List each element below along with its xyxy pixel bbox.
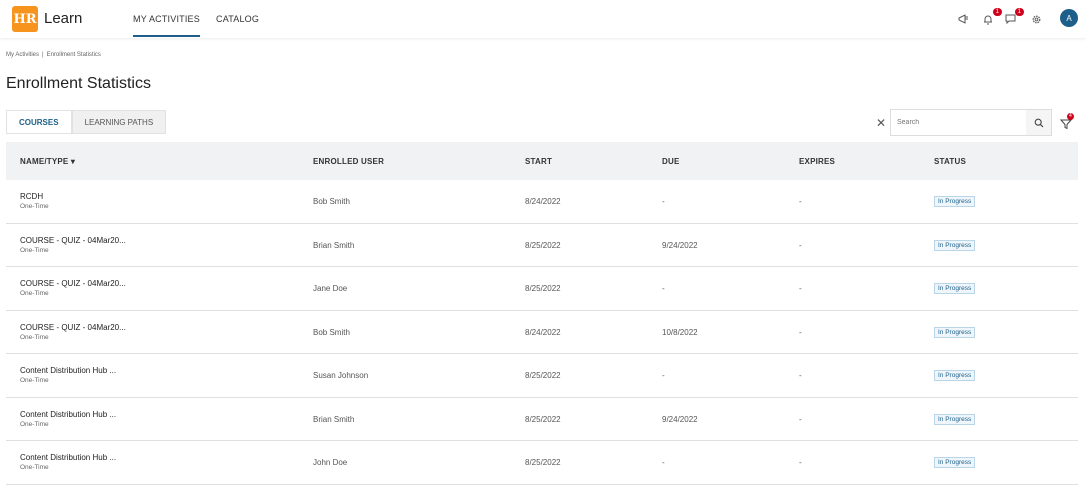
course-type: One-Time — [20, 420, 49, 428]
start-date: 8/25/2022 — [525, 284, 561, 293]
status-badge: In Progress — [934, 413, 976, 425]
course-type: One-Time — [20, 377, 49, 384]
user-avatar[interactable]: A — [1060, 9, 1078, 27]
due-date: - — [662, 284, 665, 293]
course-name[interactable]: COURSE - QUIZ - 04Mar20... — [20, 236, 126, 245]
status-badge: In Progress — [934, 283, 976, 294]
start-date: 8/25/2022 — [525, 371, 561, 380]
table-row[interactable]: Content Distribution Hub ... One-Time Jo… — [6, 441, 1078, 485]
top-navigation-bar: HR Learn MY ACTIVITIES CATALOG 1 1 A — [0, 0, 1086, 38]
enrolled-user: Brian Smith — [313, 414, 355, 424]
column-header-expires[interactable]: EXPIRES — [799, 157, 835, 166]
breadcrumb-my-activities[interactable]: My Activities — [6, 52, 39, 58]
column-header-enrolled-user[interactable]: ENROLLED USER — [313, 157, 384, 166]
nav-my-activities[interactable]: MY ACTIVITIES — [133, 14, 200, 37]
column-header-start[interactable]: START — [525, 157, 552, 166]
chat-icon[interactable]: 1 — [1003, 8, 1024, 26]
tab-courses[interactable]: COURSES — [6, 110, 72, 134]
breadcrumb-separator: | — [42, 52, 44, 58]
due-date: - — [662, 458, 665, 467]
due-date: 9/24/2022 — [662, 240, 698, 250]
chat-badge: 1 — [1014, 8, 1024, 16]
search-button[interactable] — [1026, 109, 1052, 136]
breadcrumb-current: Enrollment Statistics — [46, 52, 101, 58]
bell-icon[interactable]: 1 — [981, 8, 1002, 26]
enrollment-table: NAME/TYPE ▾ ENROLLED USER START DUE EXPI… — [6, 142, 1078, 485]
due-date: 10/8/2022 — [662, 327, 698, 337]
gear-icon[interactable] — [1029, 12, 1043, 26]
course-name[interactable]: Content Distribution Hub ... — [20, 410, 116, 419]
expires-date: - — [799, 458, 802, 467]
expires-date: - — [799, 414, 802, 424]
table-header: NAME/TYPE ▾ ENROLLED USER START DUE EXPI… — [6, 142, 1078, 180]
status-badge: In Progress — [934, 196, 976, 207]
table-row[interactable]: COURSE - QUIZ - 04Mar20... One-Time Bria… — [6, 223, 1078, 267]
sort-down-icon: ▾ — [70, 157, 76, 166]
course-type: One-Time — [20, 290, 49, 297]
column-header-due[interactable]: DUE — [662, 157, 680, 166]
breadcrumb: My Activities | Enrollment Statistics — [6, 52, 101, 58]
expires-date: - — [799, 371, 802, 380]
start-date: 8/24/2022 — [525, 327, 561, 337]
app-name: Learn — [44, 10, 83, 27]
megaphone-icon[interactable] — [956, 12, 970, 26]
enrolled-user: Bob Smith — [313, 197, 350, 206]
course-type: One-Time — [20, 246, 49, 254]
due-date: - — [662, 197, 665, 206]
start-date: 8/24/2022 — [525, 197, 561, 206]
table-row[interactable]: RCDH One-Time Bob Smith 8/24/2022 - - In… — [6, 180, 1078, 224]
column-header-status[interactable]: STATUS — [934, 157, 966, 166]
nav-catalog[interactable]: CATALOG — [216, 14, 259, 24]
bell-badge: 1 — [992, 8, 1002, 16]
status-badge: In Progress — [934, 326, 976, 338]
enrolled-user: Jane Doe — [313, 284, 348, 293]
tab-learning-paths[interactable]: LEARNING PATHS — [71, 110, 167, 134]
enrolled-user: John Doe — [313, 458, 348, 467]
enrolled-user: Bob Smith — [313, 327, 350, 337]
app-logo[interactable]: HR — [12, 6, 38, 32]
due-date: - — [662, 371, 665, 380]
table-row[interactable]: COURSE - QUIZ - 04Mar20... One-Time Jane… — [6, 267, 1078, 311]
start-date: 8/25/2022 — [525, 458, 561, 467]
search-input[interactable] — [890, 109, 1027, 136]
filter-badge: 4 — [1067, 113, 1074, 120]
expires-date: - — [799, 240, 802, 250]
expires-date: - — [799, 327, 802, 337]
tab-bar: COURSES LEARNING PATHS — [6, 110, 167, 134]
expires-date: - — [799, 197, 802, 206]
table-row[interactable]: COURSE - QUIZ - 04Mar20... One-Time Bob … — [6, 310, 1078, 354]
start-date: 8/25/2022 — [525, 414, 561, 424]
course-type: One-Time — [20, 333, 49, 341]
enrolled-user: Susan Johnson — [313, 371, 369, 380]
start-date: 8/25/2022 — [525, 240, 561, 250]
status-badge: In Progress — [934, 370, 976, 381]
column-header-name-type[interactable]: NAME/TYPE ▾ — [20, 157, 75, 166]
course-name[interactable]: RCDH — [20, 192, 43, 201]
course-name[interactable]: Content Distribution Hub ... — [20, 453, 116, 462]
course-type: One-Time — [20, 203, 49, 210]
course-name[interactable]: Content Distribution Hub ... — [20, 366, 116, 375]
status-badge: In Progress — [934, 457, 976, 468]
course-type: One-Time — [20, 464, 49, 471]
table-row[interactable]: Content Distribution Hub ... One-Time Su… — [6, 354, 1078, 398]
due-date: 9/24/2022 — [662, 414, 698, 424]
clear-search-icon[interactable]: ✕ — [876, 116, 886, 130]
page-title: Enrollment Statistics — [6, 75, 151, 92]
course-name[interactable]: COURSE - QUIZ - 04Mar20... — [20, 323, 126, 332]
enrolled-user: Brian Smith — [313, 240, 355, 250]
search-icon — [1034, 118, 1043, 127]
expires-date: - — [799, 284, 802, 293]
status-badge: In Progress — [934, 239, 976, 251]
course-name[interactable]: COURSE - QUIZ - 04Mar20... — [20, 279, 126, 288]
column-header-label: NAME/TYPE — [20, 157, 69, 166]
table-row[interactable]: Content Distribution Hub ... One-Time Br… — [6, 397, 1078, 441]
